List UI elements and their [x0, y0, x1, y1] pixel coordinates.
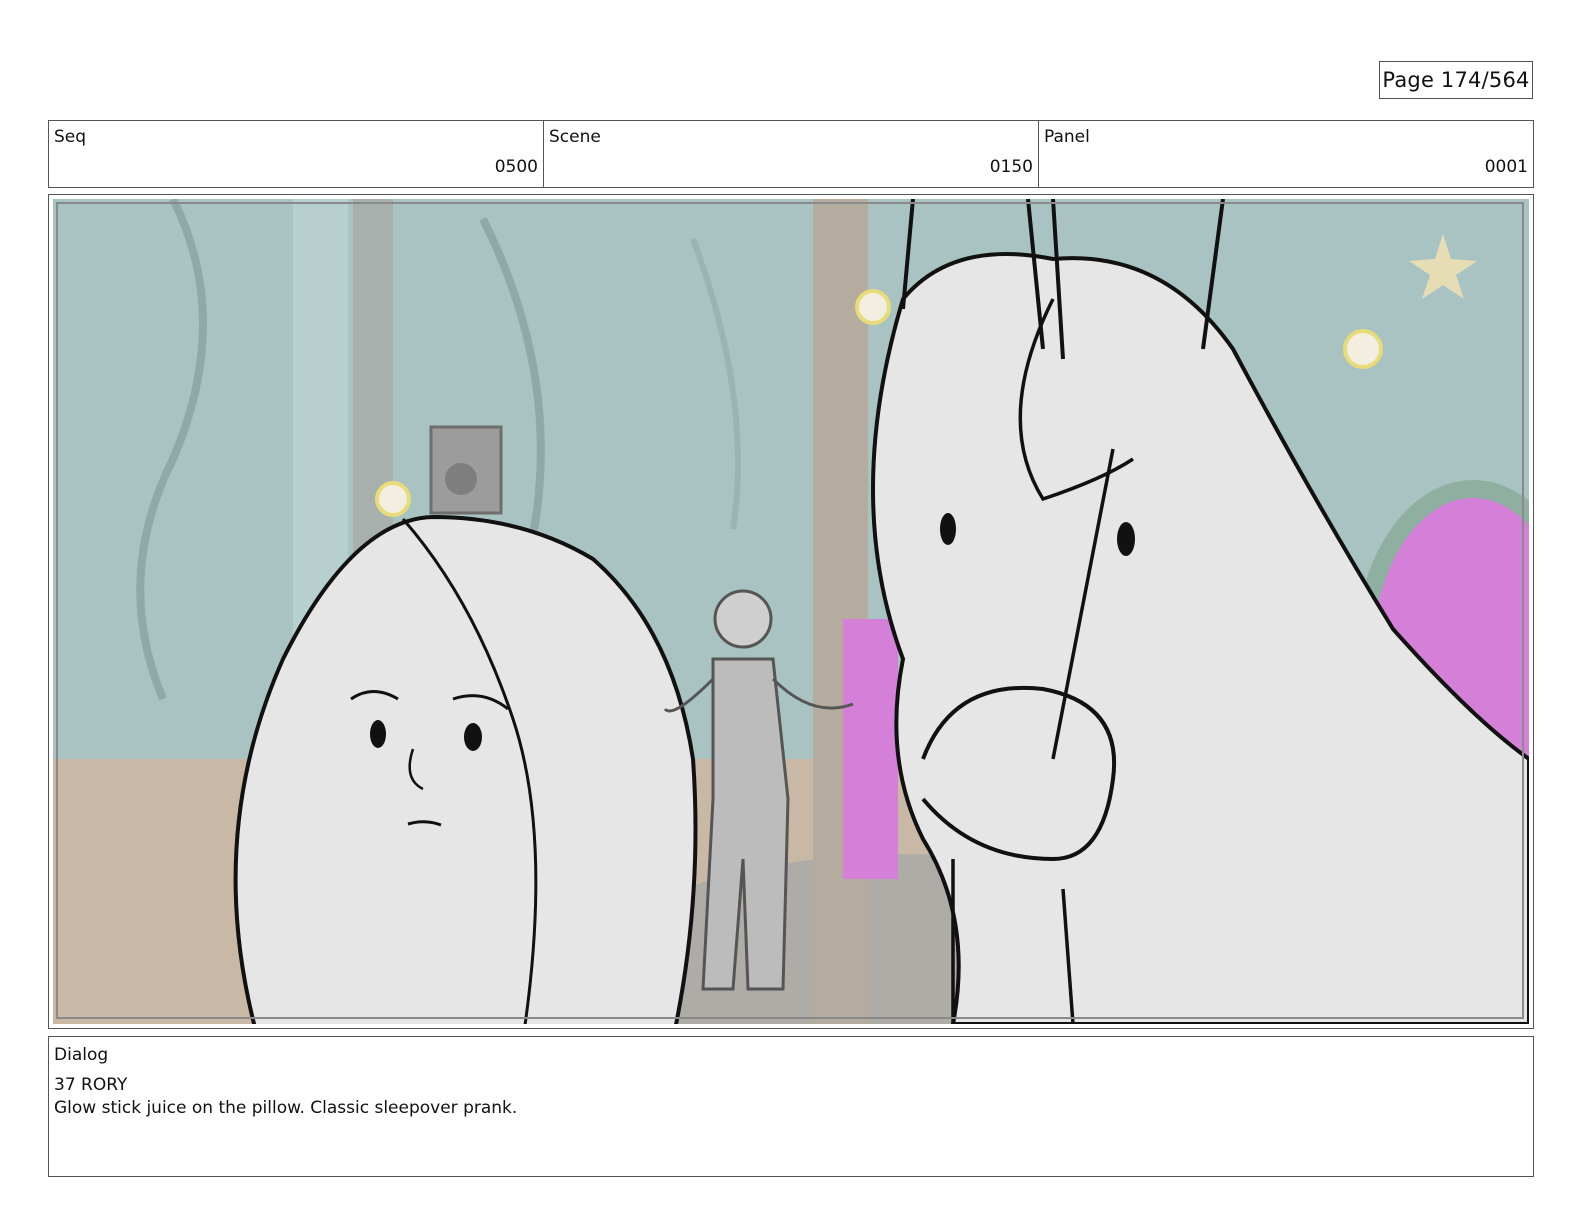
seq-label: Seq — [54, 127, 87, 147]
scene-value: 0150 — [989, 157, 1033, 177]
dialog-box: Dialog 37 RORY Glow stick juice on the p… — [48, 1036, 1534, 1177]
storyboard-panel-frame — [48, 194, 1534, 1029]
unicorn-eye-left — [940, 513, 956, 545]
speaker-cone-icon — [445, 463, 477, 495]
girl-eye-right — [464, 723, 482, 751]
boy-head — [713, 589, 773, 649]
seq-value: 0500 — [494, 157, 538, 177]
page-number: Page 174/564 — [1379, 61, 1533, 99]
storyboard-panel-image — [53, 199, 1529, 1024]
boy-body — [701, 657, 790, 991]
girl-eye-left — [370, 720, 386, 748]
dialog-label: Dialog — [54, 1045, 109, 1065]
lamp-center-icon — [855, 289, 891, 325]
storyboard-sketch — [53, 199, 1529, 1024]
panel-label: Panel — [1044, 127, 1090, 147]
scene-cell: Scene 0150 — [544, 121, 1039, 187]
panel-value: 0001 — [1484, 157, 1528, 177]
lamp-right-icon — [1343, 329, 1383, 369]
dialog-line: Glow stick juice on the pillow. Classic … — [54, 1098, 518, 1118]
lamp-left-icon — [375, 481, 411, 517]
pillar-center — [813, 199, 868, 1024]
scene-label: Scene — [549, 127, 601, 147]
seq-cell: Seq 0500 — [49, 121, 544, 187]
dialog-speaker: 37 RORY — [54, 1075, 128, 1095]
magenta-window-center — [843, 619, 898, 879]
unicorn-eye-right — [1117, 522, 1135, 556]
panel-info-header: Seq 0500 Scene 0150 Panel 0001 — [48, 120, 1534, 188]
panel-cell: Panel 0001 — [1039, 121, 1533, 187]
